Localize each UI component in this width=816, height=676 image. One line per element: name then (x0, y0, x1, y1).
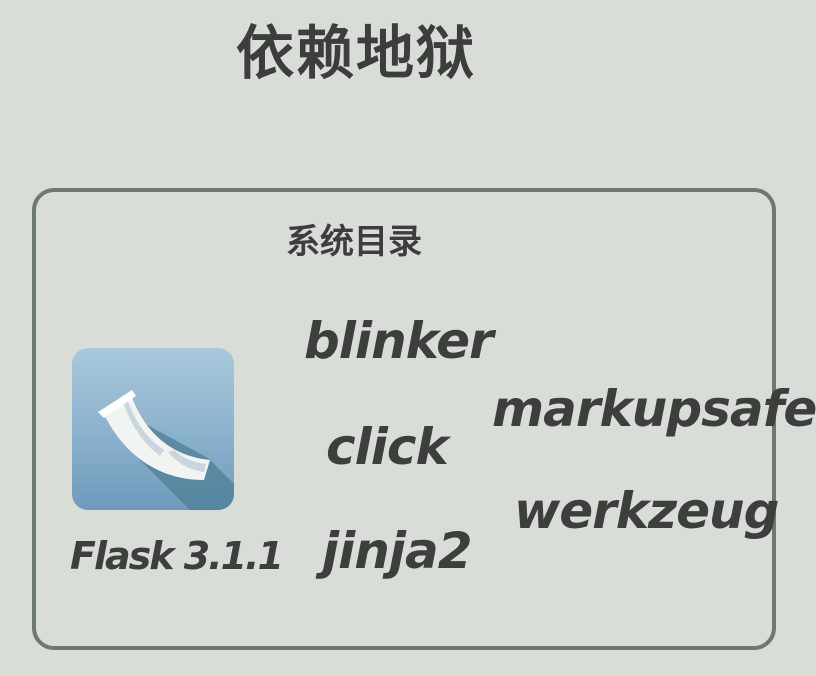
dependency-jinja2: jinja2 (322, 522, 473, 580)
dependency-markupsafe: markupsafe (492, 380, 816, 438)
system-directory-label: 系统目录 (286, 222, 422, 262)
dependency-werkzeug: werkzeug (514, 482, 779, 540)
flask-package-label: Flask 3.1.1 (70, 534, 284, 578)
dependency-blinker: blinker (304, 312, 494, 370)
flask-horn-icon (72, 348, 234, 510)
dependency-click: click (326, 418, 449, 476)
page-title: 依赖地狱 (235, 19, 476, 87)
